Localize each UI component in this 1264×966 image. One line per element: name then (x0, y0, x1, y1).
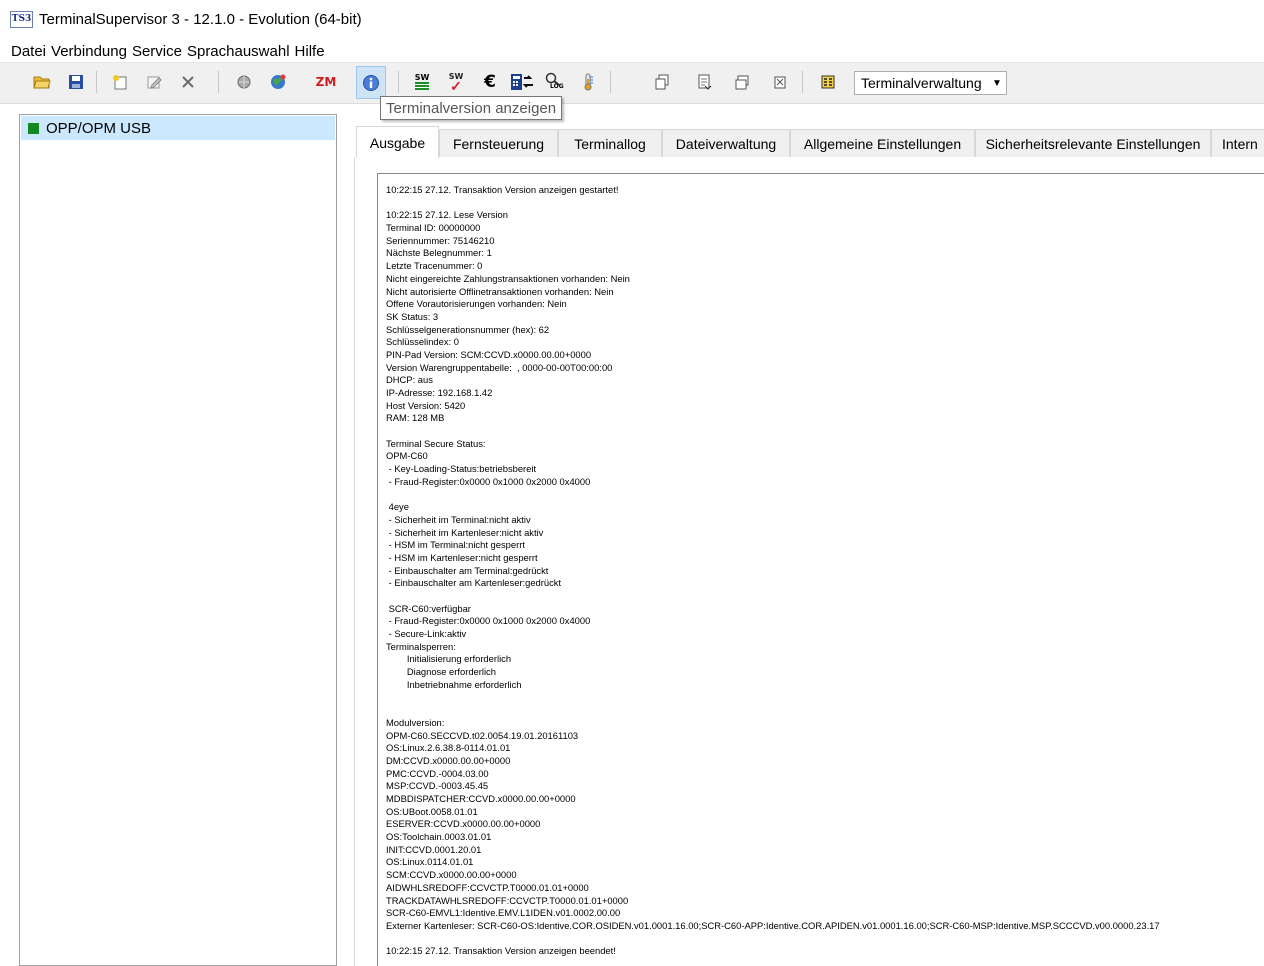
copy-icon (655, 74, 669, 90)
globe-icon (271, 74, 286, 89)
connect-icon (237, 75, 251, 89)
log-icon: LOG (550, 83, 564, 90)
tooltip: Terminalversion anzeigen (380, 96, 563, 120)
tab-bar: Ausgabe Fernsteuerung Terminallog Dateiv… (354, 126, 1264, 158)
sw-download-icon: SW (414, 73, 430, 82)
save-button[interactable] (62, 67, 90, 97)
output-text: 10:22:15 27.12. Transaktion Version anze… (386, 184, 1160, 957)
tab-fernsteuerung[interactable]: Fernsteuerung (439, 129, 558, 157)
toolbar-separator (96, 71, 97, 93)
info-icon (363, 74, 379, 91)
clear-button[interactable] (766, 67, 794, 97)
window-button[interactable] (728, 67, 756, 97)
toolbar-separator (398, 71, 399, 93)
terminal-mode-value: Terminalverwaltung (861, 75, 982, 91)
output-textarea[interactable]: 10:22:15 27.12. Transaktion Version anze… (377, 173, 1264, 966)
tab-intern[interactable]: Intern (1211, 129, 1264, 157)
toolbar-separator (802, 71, 803, 93)
title-bar: TS3 TerminalSupervisor 3 - 12.1.0 - Evol… (0, 0, 1264, 38)
chevron-down-icon: ▼ (992, 77, 1002, 89)
open-folder-button[interactable] (28, 67, 56, 97)
tab-ausgabe[interactable]: Ausgabe (356, 126, 439, 158)
copy-button[interactable] (648, 67, 676, 97)
tree-item-label: OPP/OPM USB (46, 119, 152, 137)
tab-dateiverwaltung[interactable]: Dateiverwaltung (662, 129, 790, 157)
menu-bar: Datei Verbindung Service Sprachauswahl H… (0, 40, 325, 62)
terminal-admin-button[interactable] (814, 67, 842, 97)
euro-icon: € (484, 72, 496, 92)
tab-sicherheitsrelevante-einstellungen[interactable]: Sicherheitsrelevante Einstellungen (975, 129, 1211, 157)
menu-service[interactable]: Service (127, 43, 182, 60)
thermometer-icon (584, 73, 593, 91)
euro-button[interactable]: € (476, 67, 504, 97)
transfer-icon (511, 74, 533, 90)
window-title: TerminalSupervisor 3 - 12.1.0 - Evolutio… (39, 10, 362, 28)
connect-button[interactable] (230, 67, 258, 97)
new-button[interactable] (106, 67, 134, 97)
edit-icon (147, 76, 162, 89)
zm-icon: ZM (315, 75, 337, 89)
new-icon (113, 75, 127, 90)
window-icon (735, 75, 749, 90)
open-folder-icon (33, 76, 51, 89)
zm-button[interactable]: ZM (312, 67, 340, 97)
sw-check-button[interactable]: SW ✓ (442, 67, 470, 97)
tree-item-opp-opm-usb[interactable]: OPP/OPM USB (21, 116, 335, 140)
transfer-button[interactable] (508, 67, 536, 97)
status-square-icon (28, 122, 39, 134)
thermometer-button[interactable] (574, 67, 602, 97)
menu-datei[interactable]: Datei (0, 43, 46, 60)
delete-button[interactable] (174, 67, 202, 97)
sw-download-button[interactable]: SW (408, 67, 436, 97)
menu-hilfe[interactable]: Hilfe (290, 43, 325, 60)
edit-button[interactable] (140, 67, 168, 97)
tab-terminallog[interactable]: Terminallog (558, 129, 662, 157)
check-mark-icon: ✓ (450, 78, 462, 94)
app-icon: TS3 (10, 10, 33, 28)
toolbar-separator (218, 71, 219, 93)
terminal-mode-dropdown[interactable]: Terminalverwaltung ▼ (854, 71, 1007, 95)
menu-sprachauswahl[interactable]: Sprachauswahl (182, 43, 290, 60)
toolbar: ZM SW SW ✓ € LOG Terminalverwaltung ▼ (0, 62, 1264, 104)
terminal-version-button[interactable] (356, 66, 386, 99)
log-button[interactable]: LOG (540, 67, 568, 97)
export-icon (698, 74, 712, 90)
terminal-tree[interactable]: OPP/OPM USB (19, 114, 337, 966)
globe-button[interactable] (264, 67, 292, 97)
export-button[interactable] (690, 67, 718, 97)
save-icon (69, 75, 83, 89)
tab-allgemeine-einstellungen[interactable]: Allgemeine Einstellungen (790, 129, 975, 157)
sw-download-bars-icon (415, 82, 429, 90)
clear-icon (774, 76, 786, 89)
menu-verbindung[interactable]: Verbindung (46, 43, 127, 60)
delete-icon (182, 76, 194, 88)
terminal-admin-icon (821, 75, 835, 89)
toolbar-separator (610, 71, 611, 93)
